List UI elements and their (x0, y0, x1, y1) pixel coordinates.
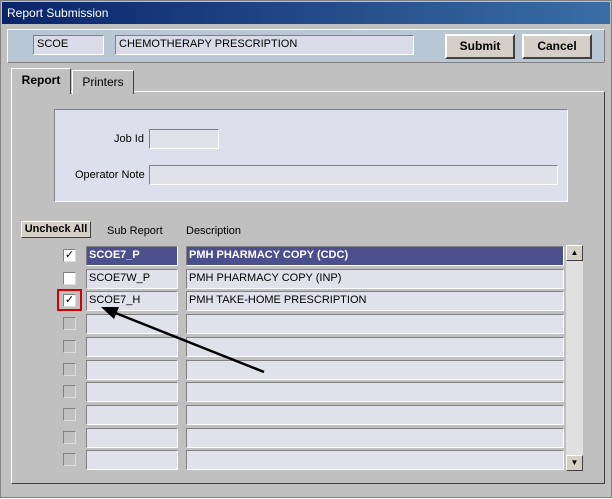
column-header-description: Description (186, 225, 242, 237)
sub-report-cell[interactable] (86, 382, 178, 402)
sub-report-cell[interactable] (86, 314, 178, 334)
description-cell[interactable]: PMH PHARMACY COPY (INP) (186, 269, 564, 289)
sub-report-cell[interactable]: SCOE7W_P (86, 269, 178, 289)
job-id-input[interactable] (149, 129, 219, 149)
description-cell[interactable] (186, 314, 564, 334)
row-checkbox[interactable] (63, 340, 76, 353)
sub-report-cell[interactable] (86, 405, 178, 425)
description-cell[interactable] (186, 337, 564, 357)
window-title: Report Submission (2, 2, 610, 24)
grid-scrollbar[interactable]: ▲ ▼ (566, 245, 583, 471)
triangle-up-icon[interactable]: ▲ (566, 245, 583, 261)
sub-report-cell[interactable]: SCOE7_H (86, 291, 178, 311)
description-cell[interactable] (186, 405, 564, 425)
sub-report-cell[interactable] (86, 360, 178, 380)
description-cell[interactable] (186, 450, 564, 470)
row-checkbox[interactable] (63, 385, 76, 398)
job-options-panel (54, 109, 568, 202)
report-name-field: CHEMOTHERAPY PRESCRIPTION (115, 35, 414, 55)
row-checkbox[interactable] (63, 408, 76, 421)
uncheck-all-button[interactable]: Uncheck All (21, 221, 91, 238)
sub-report-cell[interactable] (86, 428, 178, 448)
operator-note-input[interactable] (149, 165, 558, 185)
triangle-down-icon[interactable]: ▼ (566, 455, 583, 471)
report-submission-window: Report Submission SCOE CHEMOTHERAPY PRES… (0, 0, 612, 498)
row-checkbox[interactable]: ✓ (63, 249, 76, 262)
report-code-field: SCOE (33, 35, 104, 55)
description-cell[interactable] (186, 382, 564, 402)
job-id-label: Job Id (114, 133, 144, 145)
row-checkbox[interactable] (63, 363, 76, 376)
description-cell[interactable] (186, 428, 564, 448)
cancel-button[interactable]: Cancel (522, 34, 592, 59)
tab-report[interactable]: Report (11, 68, 71, 94)
submit-button[interactable]: Submit (445, 34, 515, 59)
operator-note-label: Operator Note (75, 169, 145, 181)
sub-report-cell[interactable]: SCOE7_P (86, 246, 178, 266)
description-cell[interactable]: PMH PHARMACY COPY (CDC) (186, 246, 564, 266)
description-cell[interactable] (186, 360, 564, 380)
row-checkbox[interactable] (63, 317, 76, 330)
description-cell[interactable]: PMH TAKE-HOME PRESCRIPTION (186, 291, 564, 311)
tab-printers[interactable]: Printers (72, 70, 134, 94)
sub-report-cell[interactable] (86, 450, 178, 470)
column-header-sub-report: Sub Report (107, 225, 163, 237)
row-checkbox[interactable] (63, 272, 76, 285)
checkbox-highlight-box (57, 289, 82, 311)
row-checkbox[interactable] (63, 453, 76, 466)
sub-report-cell[interactable] (86, 337, 178, 357)
row-checkbox[interactable] (63, 431, 76, 444)
